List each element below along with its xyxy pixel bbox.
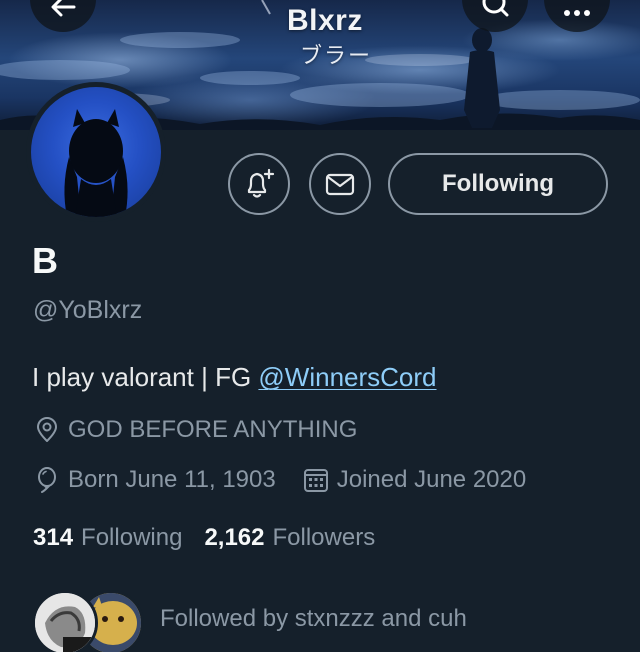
arrow-left-icon xyxy=(51,0,76,17)
bio: I play valorant | FG @WinnersCord xyxy=(32,362,437,393)
bio-mention-link[interactable]: @WinnersCord xyxy=(258,362,436,392)
location: GOD BEFORE ANYTHING xyxy=(33,416,357,444)
avatar-image xyxy=(35,593,95,652)
following-button[interactable]: Following xyxy=(388,153,608,215)
more-dots-icon xyxy=(564,10,590,16)
mail-icon xyxy=(325,173,355,196)
location-pin-icon xyxy=(37,417,57,442)
following-stat[interactable]: 314 Following xyxy=(33,524,182,552)
message-button[interactable] xyxy=(309,153,371,215)
joined-text: Joined June 2020 xyxy=(336,466,527,493)
followers-stat[interactable]: 2,162 Followers xyxy=(204,524,375,552)
followed-by-avatar[interactable] xyxy=(32,590,98,652)
display-name: B xyxy=(32,240,58,281)
notifications-button[interactable] xyxy=(228,153,290,215)
location-text: GOD BEFORE ANYTHING xyxy=(68,416,358,443)
profile-dates: Born June 11, 1903 Joined June 2020 xyxy=(33,466,526,494)
follow-stats: 314 Following 2,162 Followers xyxy=(33,524,375,552)
username-handle: @YoBlxrz xyxy=(33,296,143,324)
followers-label: Followers xyxy=(272,524,376,551)
search-icon xyxy=(482,0,509,17)
following-label: Following xyxy=(81,524,183,551)
banner-subtitle: ブラー xyxy=(300,43,373,68)
followed-by-text[interactable]: Followed by stxnzzz and cuh xyxy=(160,605,467,633)
birthday: Born June 11, 1903 xyxy=(33,466,276,494)
profile-avatar[interactable] xyxy=(26,82,166,222)
followers-count: 2,162 xyxy=(204,524,265,551)
following-count: 314 xyxy=(33,524,74,551)
birthday-text: Born June 11, 1903 xyxy=(68,466,276,493)
balloon-icon xyxy=(38,467,56,493)
banner-title: Blxrz xyxy=(287,4,363,37)
joined-date: Joined June 2020 xyxy=(302,466,527,494)
bio-text: I play valorant | FG xyxy=(32,362,259,392)
bell-plus-icon xyxy=(247,168,275,198)
avatar-silhouette xyxy=(64,109,128,217)
profile-page: Blxrz ブラー Following B @YoBlxrz I play va… xyxy=(0,0,640,652)
calendar-icon xyxy=(303,469,328,492)
